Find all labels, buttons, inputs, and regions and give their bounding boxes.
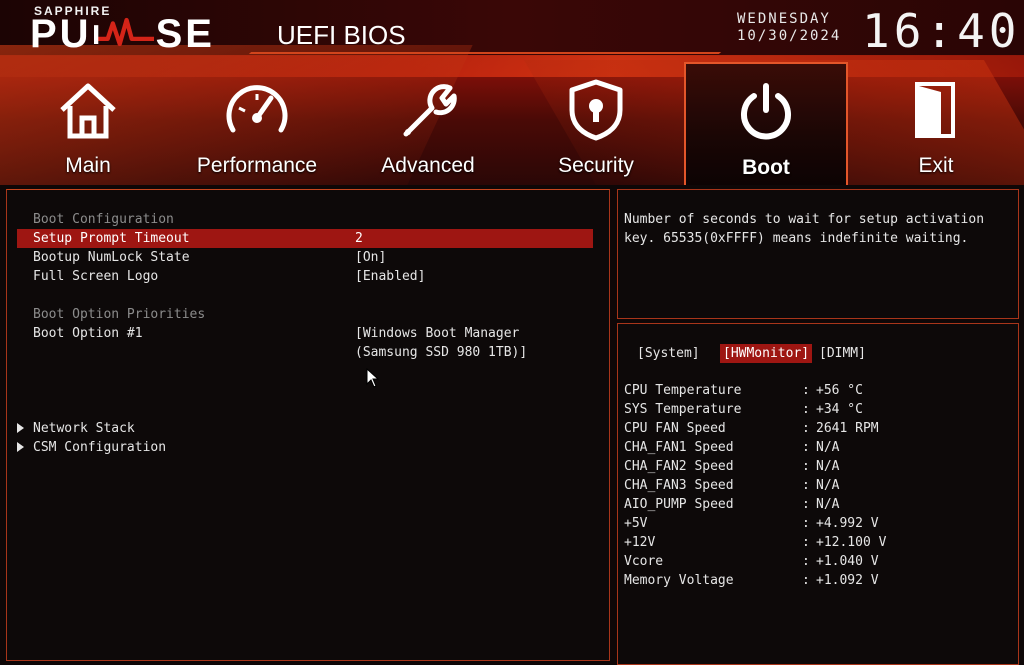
setup-prompt-timeout-row[interactable]: Setup Prompt Timeout 2 bbox=[17, 229, 593, 248]
hw-row-cpu-temperature: CPU Temperature: +56 °C bbox=[624, 383, 863, 398]
uefi-bios-title: UEFI BIOS bbox=[277, 20, 406, 50]
boot-configuration-heading: Boot Configuration bbox=[33, 212, 174, 227]
tab-advanced[interactable]: Advanced bbox=[350, 62, 506, 184]
boot-settings-panel: Boot Configuration Setup Prompt Timeout … bbox=[6, 189, 610, 661]
csm-configuration-submenu[interactable]: CSM Configuration bbox=[17, 438, 593, 457]
tab-performance[interactable]: Performance bbox=[172, 62, 342, 184]
hw-row-cha-fan3-speed: CHA_FAN3 Speed: N/A bbox=[624, 478, 840, 493]
submenu-arrow-icon bbox=[17, 423, 24, 433]
tab-performance-label: Performance bbox=[196, 154, 318, 177]
boot-option-1-label: Boot Option #1 bbox=[33, 326, 143, 341]
setup-prompt-timeout-label: Setup Prompt Timeout bbox=[33, 231, 190, 246]
csm-configuration-label: CSM Configuration bbox=[33, 440, 167, 455]
boot-option-1-row-continued: (Samsung SSD 980 1TB)] bbox=[17, 343, 593, 362]
hw-row-cha-fan2-speed: CHA_FAN2 Speed: N/A bbox=[624, 459, 840, 474]
hw-row-aio-pump-speed: AIO_PUMP Speed: N/A bbox=[624, 497, 840, 512]
power-icon bbox=[741, 83, 791, 140]
tab-boot-label: Boot bbox=[742, 156, 790, 179]
hw-row-12v: +12V: +12.100 V bbox=[624, 535, 887, 550]
tab-security[interactable]: Security bbox=[518, 62, 674, 184]
tab-main-label: Main bbox=[65, 154, 111, 177]
clock-date: 10/30/2024 bbox=[737, 28, 842, 44]
network-stack-submenu[interactable]: Network Stack bbox=[17, 419, 593, 438]
hw-tab-hwmonitor[interactable]: [HWMonitor] bbox=[720, 344, 813, 363]
network-stack-label: Network Stack bbox=[33, 421, 135, 436]
tab-advanced-label: Advanced bbox=[381, 154, 475, 177]
shield-lock-icon bbox=[569, 79, 623, 141]
house-icon bbox=[60, 83, 116, 139]
header-banner: SAPPHIRE PU SE UEFI BIOS WEDNESDAY 10/30/… bbox=[0, 0, 1024, 185]
help-text-line: key. 65535(0xFFFF) means indefinite wait… bbox=[624, 231, 969, 246]
hw-row-cpu-fan-speed: CPU FAN Speed:2641 RPM bbox=[624, 421, 879, 436]
mouse-cursor-icon bbox=[366, 368, 380, 388]
hw-tab-dimm[interactable]: [DIMM] bbox=[816, 344, 869, 363]
help-panel: Number of seconds to wait for setup acti… bbox=[617, 189, 1019, 319]
boot-option-1-value[interactable]: [Windows Boot Manager bbox=[355, 324, 519, 343]
help-text-line: Number of seconds to wait for setup acti… bbox=[624, 212, 985, 227]
bootup-numlock-value[interactable]: [On] bbox=[355, 248, 386, 267]
submenu-arrow-icon bbox=[17, 442, 24, 452]
full-screen-logo-row[interactable]: Full Screen Logo [Enabled] bbox=[17, 267, 593, 286]
help-text: Number of seconds to wait for setup acti… bbox=[624, 210, 1008, 248]
clock-day: WEDNESDAY bbox=[737, 11, 831, 27]
speedometer-icon bbox=[226, 85, 288, 133]
hw-tab-system[interactable]: [System] bbox=[634, 344, 703, 363]
hw-row-cha-fan1-speed: CHA_FAN1 Speed: N/A bbox=[624, 440, 840, 455]
hw-row-vcore: Vcore: +1.040 V bbox=[624, 554, 879, 569]
setup-prompt-timeout-value[interactable]: 2 bbox=[355, 229, 363, 248]
full-screen-logo-label: Full Screen Logo bbox=[33, 269, 159, 284]
hw-row-memory-voltage: Memory Voltage: +1.092 V bbox=[624, 573, 879, 588]
tab-main[interactable]: Main bbox=[10, 62, 166, 184]
hw-row-sys-temperature: SYS Temperature: +34 °C bbox=[624, 402, 863, 417]
boot-option-priorities-heading: Boot Option Priorities bbox=[33, 307, 206, 322]
bootup-numlock-row[interactable]: Bootup NumLock State [On] bbox=[17, 248, 593, 267]
wrench-icon bbox=[403, 84, 457, 137]
full-screen-logo-value[interactable]: [Enabled] bbox=[355, 267, 425, 286]
hw-row-5v: +5V: +4.992 V bbox=[624, 516, 879, 531]
tab-security-label: Security bbox=[558, 154, 634, 177]
clock-time: 16:40 bbox=[862, 4, 1021, 58]
tab-exit-label: Exit bbox=[918, 154, 954, 177]
tab-boot[interactable]: Boot bbox=[684, 62, 848, 185]
pulse-heartbeat-icon bbox=[94, 17, 154, 47]
header-accent-line bbox=[248, 52, 722, 54]
tab-exit[interactable]: Exit bbox=[856, 62, 1016, 184]
hardware-monitor-panel: [System] [HWMonitor] [DIMM] CPU Temperat… bbox=[617, 323, 1019, 665]
boot-option-1-row[interactable]: Boot Option #1 [Windows Boot Manager bbox=[17, 324, 593, 343]
bootup-numlock-label: Bootup NumLock State bbox=[33, 250, 190, 265]
door-icon bbox=[915, 82, 955, 138]
boot-option-1-value-line2: (Samsung SSD 980 1TB)] bbox=[355, 345, 528, 360]
